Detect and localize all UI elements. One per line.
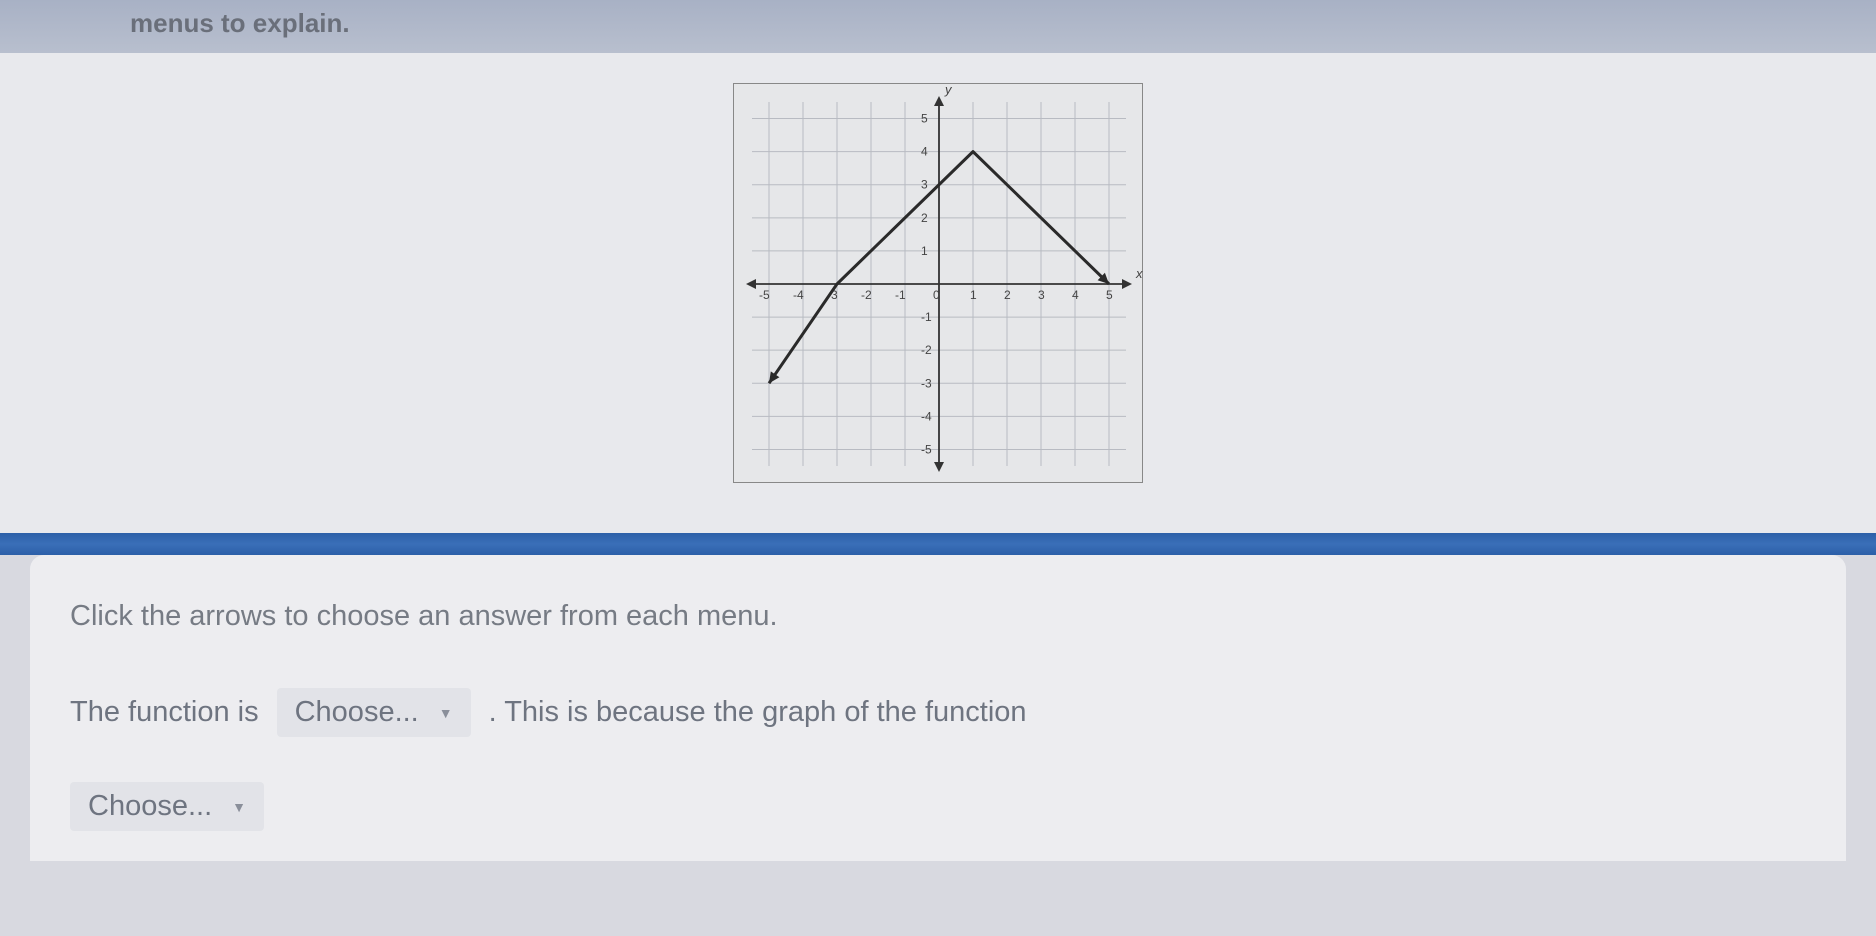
svg-text:-1: -1 (921, 310, 932, 324)
dropdown-label: Choose... (88, 790, 212, 823)
chart-section: -5-4-3-2-1012345-5-4-3-2-112345xy (0, 53, 1876, 533)
svg-text:4: 4 (1072, 288, 1079, 302)
svg-text:4: 4 (921, 145, 928, 159)
dropdown-reason[interactable]: Choose... ▼ (70, 782, 264, 831)
chart-svg: -5-4-3-2-1012345-5-4-3-2-112345xy (734, 84, 1144, 484)
svg-text:-2: -2 (921, 343, 932, 357)
svg-text:3: 3 (921, 178, 928, 192)
answer-line-1: The function is Choose... ▼ . This is be… (70, 688, 1806, 737)
function-graph-chart: -5-4-3-2-1012345-5-4-3-2-112345xy (733, 83, 1143, 483)
sentence-part-2: . This is because the graph of the funct… (489, 696, 1027, 729)
svg-text:5: 5 (1106, 288, 1113, 302)
svg-text:-5: -5 (921, 442, 932, 456)
answer-line-2: Choose... ▼ (70, 782, 1806, 831)
svg-text:2: 2 (1004, 288, 1011, 302)
svg-text:0: 0 (933, 288, 940, 302)
chevron-down-icon: ▼ (232, 799, 246, 815)
svg-text:-4: -4 (793, 288, 804, 302)
dropdown-function-type[interactable]: Choose... ▼ (277, 688, 471, 737)
answer-panel: Click the arrows to choose an answer fro… (30, 555, 1846, 861)
svg-text:y: y (944, 84, 953, 97)
section-divider (0, 533, 1876, 555)
svg-text:-1: -1 (895, 288, 906, 302)
svg-text:-2: -2 (861, 288, 872, 302)
svg-text:-3: -3 (921, 376, 932, 390)
svg-text:3: 3 (1038, 288, 1045, 302)
top-instruction-fragment: menus to explain. (130, 8, 350, 38)
svg-text:-4: -4 (921, 409, 932, 423)
svg-text:1: 1 (921, 244, 928, 258)
chevron-down-icon: ▼ (439, 705, 453, 721)
answer-instruction: Click the arrows to choose an answer fro… (70, 600, 1806, 633)
svg-text:1: 1 (970, 288, 977, 302)
svg-text:5: 5 (921, 112, 928, 126)
dropdown-label: Choose... (295, 696, 419, 729)
svg-text:-5: -5 (759, 288, 770, 302)
sentence-part-1: The function is (70, 696, 259, 729)
svg-text:2: 2 (921, 211, 928, 225)
svg-text:x: x (1135, 266, 1143, 281)
